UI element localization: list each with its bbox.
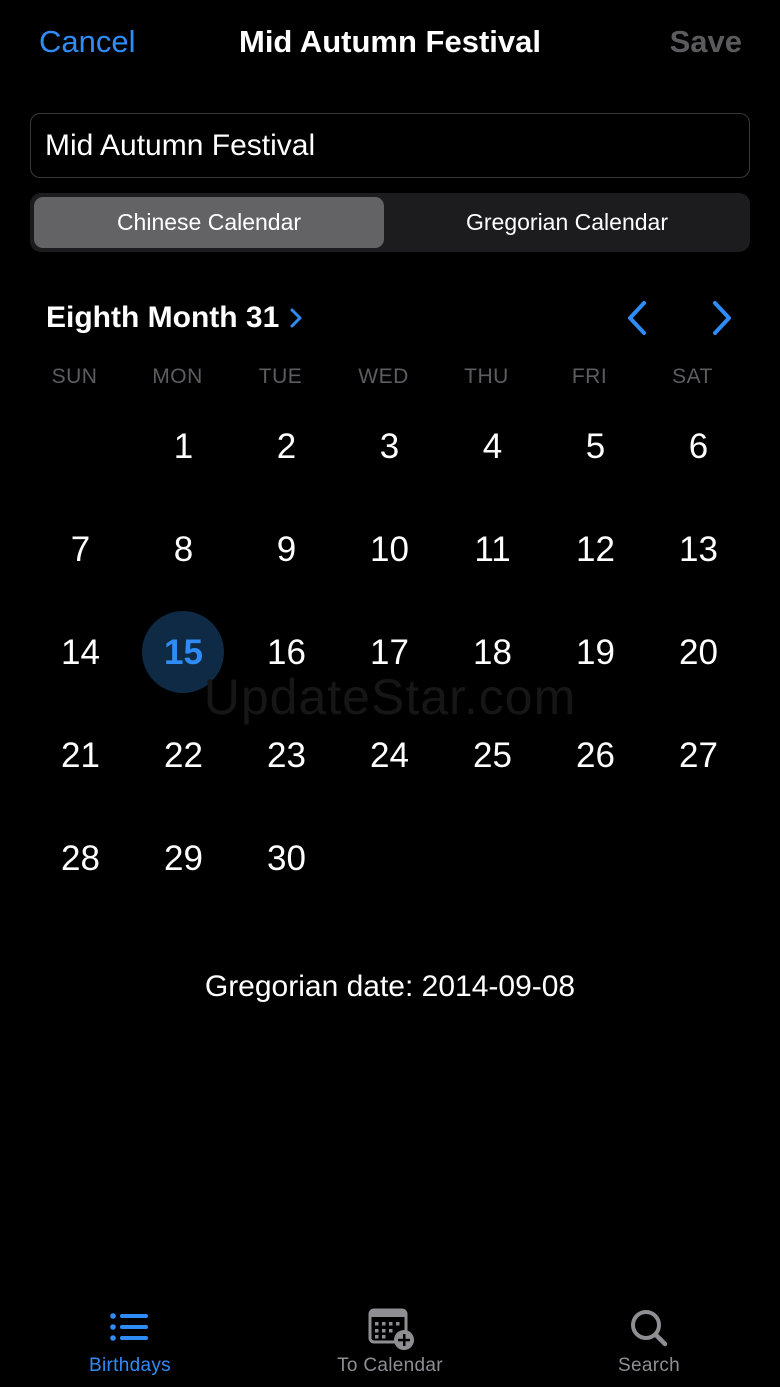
weekday-label: WED xyxy=(358,365,409,388)
chevron-right-icon xyxy=(290,308,302,328)
save-button[interactable]: Save xyxy=(670,24,742,60)
list-icon xyxy=(110,1313,148,1341)
calendar-day[interactable]: 13 xyxy=(647,498,750,601)
calendar-day[interactable]: 3 xyxy=(338,395,441,498)
page-title: Mid Autumn Festival xyxy=(239,24,541,59)
calendar-day[interactable]: 6 xyxy=(647,395,750,498)
weekday-header: SUN MON TUE WED THU FRI SAT xyxy=(30,365,750,395)
calendar-day-number: 4 xyxy=(482,426,503,466)
gregorian-date-label: Gregorian date: 2014-09-08 xyxy=(204,970,576,1003)
calendar-day-empty xyxy=(29,395,132,498)
tab-to-calendar[interactable]: To Calendar xyxy=(290,1297,490,1377)
watermark: UpdateStar.com xyxy=(203,669,577,725)
calendar-day[interactable]: 5 xyxy=(544,395,647,498)
calendar-day-number: 2 xyxy=(276,426,297,466)
calendar-day-number: 15 xyxy=(164,632,203,672)
month-picker-button[interactable]: Eighth Month 31 xyxy=(46,298,303,338)
calendar-grid: 1 2 3 4 5 6 7 8 9 10 11 12 13 14 15 16 17 18 19 20 21 22 23 24 2… xyxy=(30,400,750,915)
calendar-day-number: 29 xyxy=(164,838,203,878)
calendar-day[interactable]: 9 xyxy=(235,498,338,601)
calendar-day-number: 9 xyxy=(276,529,297,569)
calendar-day-number: 25 xyxy=(473,735,512,775)
calendar-day[interactable]: 8 xyxy=(132,498,235,601)
weekday-label: FRI xyxy=(571,365,608,388)
event-name-input[interactable]: Mid Autumn Festival xyxy=(30,113,750,178)
tab-to-calendar-label: To Calendar xyxy=(337,1355,443,1376)
calendar-day[interactable]: 1 xyxy=(132,395,235,498)
calendar-day-number: 18 xyxy=(473,632,512,672)
calendar-day-number: 11 xyxy=(474,529,511,569)
calendar-day[interactable]: 30 xyxy=(235,807,338,910)
calendar-day-number: 22 xyxy=(164,735,203,775)
tab-search[interactable]: Search xyxy=(549,1297,749,1377)
calendar-day[interactable]: 4 xyxy=(441,395,544,498)
tab-birthdays[interactable]: Birthdays xyxy=(30,1297,230,1377)
segment-chinese-calendar[interactable]: Chinese Calendar xyxy=(34,197,384,248)
calendar-day-number: 13 xyxy=(679,529,718,569)
tab-bar: Birthdays To Calendar Search xyxy=(0,1297,780,1387)
weekday-label: THU xyxy=(464,365,509,388)
calendar-day-number: 24 xyxy=(370,735,409,775)
next-month-button[interactable] xyxy=(709,299,735,337)
calendar-day-number: 27 xyxy=(679,735,718,775)
segment-gregorian-calendar[interactable]: Gregorian Calendar xyxy=(392,197,742,248)
weekday-label: SAT xyxy=(672,365,713,388)
calendar-day-number: 28 xyxy=(61,838,100,878)
calendar-day-number: 10 xyxy=(370,529,409,569)
calendar-day-number: 26 xyxy=(576,735,615,775)
calendar-day-number: 8 xyxy=(173,529,194,569)
calendar-day-number: 14 xyxy=(61,632,100,672)
calendar-day[interactable]: 10 xyxy=(338,498,441,601)
calendar-day-number: 19 xyxy=(576,632,615,672)
weekday-label: TUE xyxy=(258,365,303,388)
calendar-day-number: 17 xyxy=(370,632,409,672)
calendar-day-number: 30 xyxy=(267,838,306,878)
previous-month-button[interactable] xyxy=(624,299,650,337)
calendar-day[interactable]: 12 xyxy=(544,498,647,601)
calendar-day[interactable]: 2 xyxy=(235,395,338,498)
month-title: Eighth Month 31 xyxy=(46,301,280,334)
calendar-type-segmented-control: Chinese Calendar Gregorian Calendar xyxy=(30,193,750,252)
calendar-day-number: 5 xyxy=(585,426,606,466)
calendar-day-number: 20 xyxy=(679,632,718,672)
navigation-bar: Cancel Mid Autumn Festival Save xyxy=(0,0,780,86)
calendar-day[interactable]: 28 xyxy=(29,807,132,910)
calendar-day[interactable]: 7 xyxy=(29,498,132,601)
calendar-day-number: 7 xyxy=(70,529,91,569)
calendar-day-number: 6 xyxy=(688,426,709,466)
calendar-day[interactable]: 29 xyxy=(132,807,235,910)
calendar-day-number: 1 xyxy=(173,426,194,466)
calendar-day-number: 23 xyxy=(267,735,306,775)
calendar-day-number: 16 xyxy=(267,632,306,672)
calendar-day-number: 12 xyxy=(576,529,615,569)
calendar-add-icon xyxy=(368,1308,414,1350)
calendar-day-number: 21 xyxy=(61,735,100,775)
tab-search-label: Search xyxy=(617,1355,680,1376)
weekday-label: MON xyxy=(152,365,203,388)
calendar-day[interactable]: 11 xyxy=(441,498,544,601)
weekday-label: SUN xyxy=(51,365,98,388)
search-icon xyxy=(631,1310,668,1347)
calendar-day-number: 3 xyxy=(379,426,400,466)
tab-birthdays-label: Birthdays xyxy=(89,1355,171,1376)
